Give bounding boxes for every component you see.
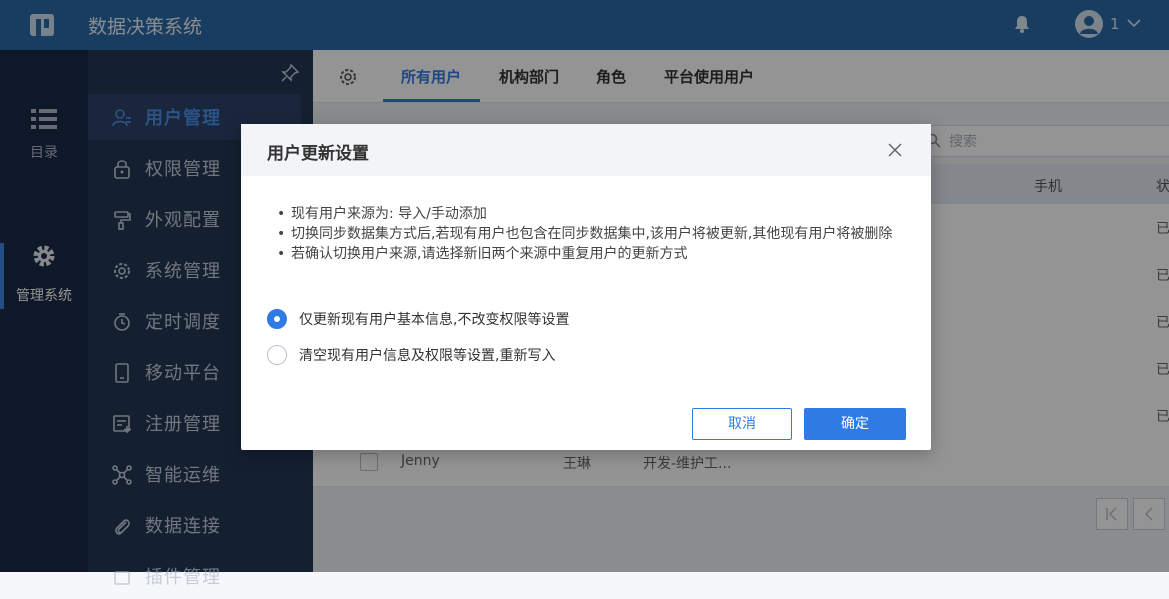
radio-button[interactable] (267, 309, 287, 329)
radio-button[interactable] (267, 345, 287, 365)
note-item: 现有用户来源为: 导入/手动添加 (277, 204, 917, 224)
cancel-button[interactable]: 取消 (692, 408, 792, 440)
dialog-notes: 现有用户来源为: 导入/手动添加 切换同步数据集方式后,若现有用户也包含在同步数… (277, 204, 917, 264)
radio-label: 仅更新现有用户基本信息,不改变权限等设置 (299, 312, 570, 328)
confirm-button[interactable]: 确定 (804, 408, 906, 440)
user-update-settings-dialog: 用户更新设置 现有用户来源为: 导入/手动添加 切换同步数据集方式后,若现有用户… (241, 124, 931, 450)
note-item: 切换同步数据集方式后,若现有用户也包含在同步数据集中,该用户将被更新,其他现有用… (277, 224, 917, 244)
close-icon[interactable] (887, 142, 903, 158)
radio-label: 清空现有用户信息及权限等设置,重新写入 (299, 348, 556, 364)
dialog-header: 用户更新设置 (241, 124, 931, 176)
dialog-title: 用户更新设置 (267, 144, 369, 164)
note-item: 若确认切换用户来源,请选择新旧两个来源中重复用户的更新方式 (277, 244, 917, 264)
